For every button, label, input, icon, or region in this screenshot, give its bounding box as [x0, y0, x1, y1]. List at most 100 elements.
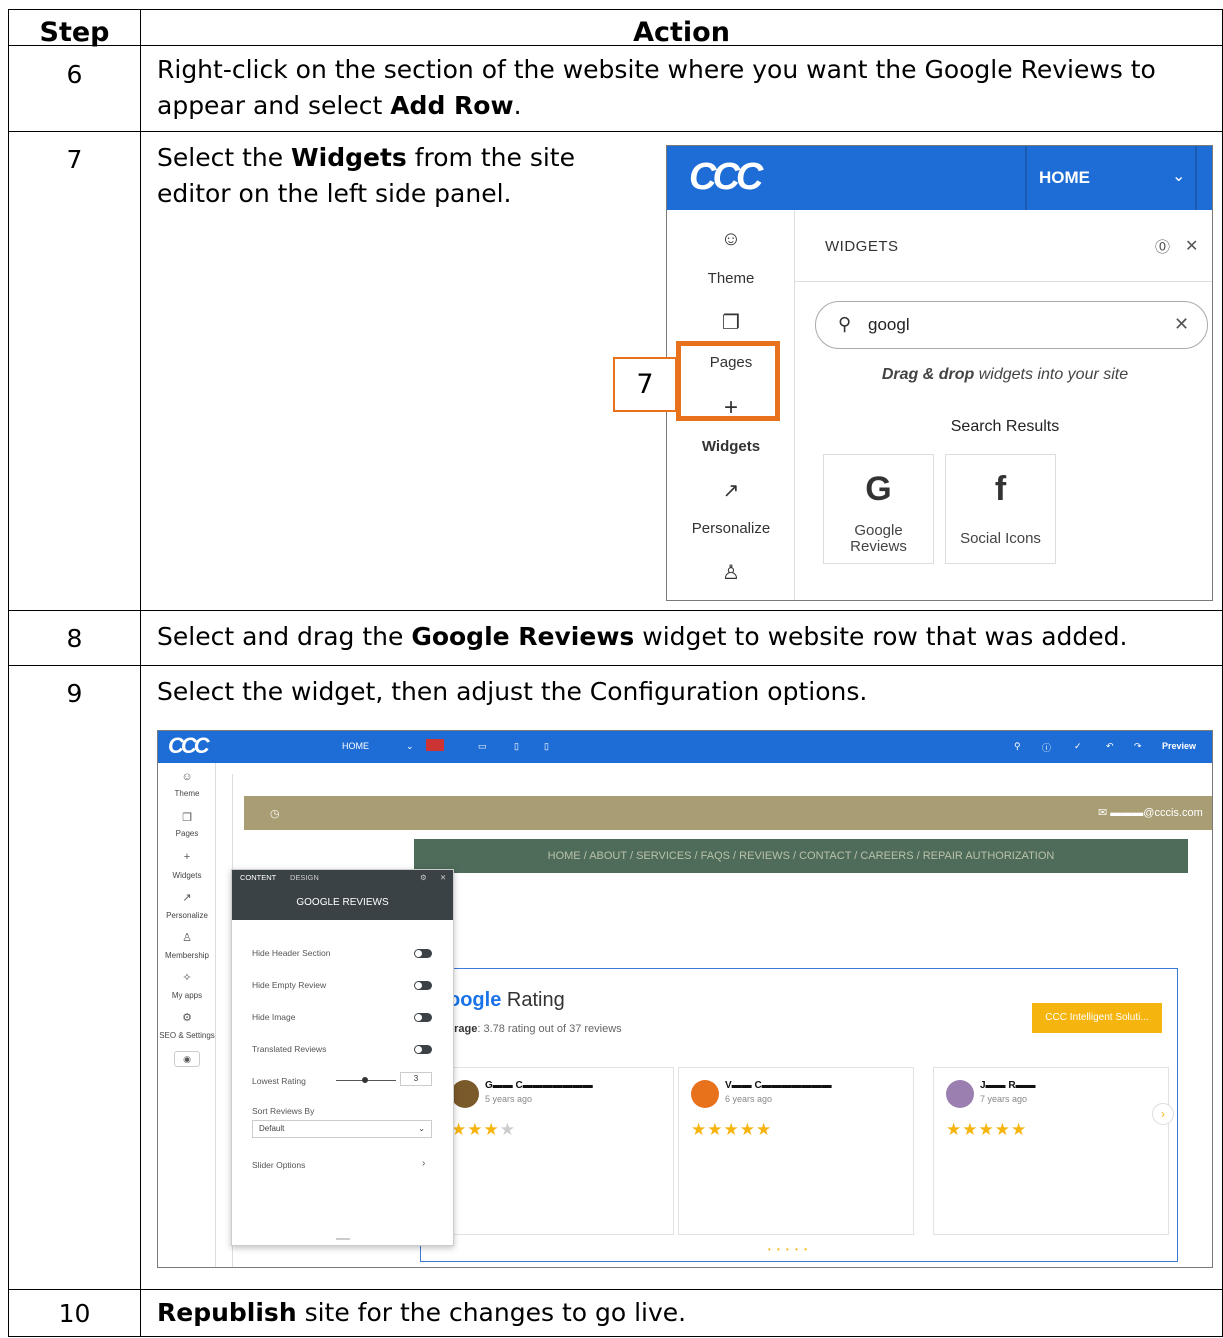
- eye-icon[interactable]: ◉: [174, 1051, 200, 1067]
- editor-top-bar: CCC HOME ⌄: [667, 146, 1212, 210]
- search-icon[interactable]: ⚲: [1014, 741, 1021, 752]
- card-label: Google Reviews: [850, 522, 907, 555]
- ccc-logo: CCC: [168, 733, 210, 758]
- site-nav[interactable]: HOME / ABOUT / SERVICES / FAQS / REVIEWS…: [414, 839, 1188, 873]
- reviewer-name: G▬▬ C▬▬▬▬▬▬▬: [485, 1080, 593, 1091]
- panel-title: GOOGLE REVIEWS: [232, 886, 453, 920]
- callout-number: 7: [613, 357, 677, 412]
- header-action: Action: [140, 9, 1223, 48]
- panel-divider: [795, 281, 1212, 282]
- sidebar-item-membership[interactable]: Membership: [158, 951, 216, 960]
- search-results-heading: Search Results: [950, 418, 1060, 435]
- undo-icon[interactable]: ↶: [1106, 741, 1114, 752]
- hide-header-toggle[interactable]: [414, 949, 432, 958]
- step-10-action: Republish site for the changes to go liv…: [140, 1289, 1223, 1337]
- close-icon[interactable]: ✕: [440, 873, 446, 882]
- pages-icon: ❐: [722, 312, 740, 334]
- clear-search-icon[interactable]: ✕: [1174, 314, 1189, 335]
- redo-icon[interactable]: ↷: [1134, 741, 1142, 752]
- step-8-action: Select and drag the Google Reviews widge…: [140, 610, 1223, 666]
- check-icon[interactable]: ✓: [1074, 741, 1082, 752]
- google-reviews-icon: G: [865, 470, 892, 508]
- next-arrow-icon[interactable]: ›: [1152, 1103, 1174, 1125]
- editor-top-bar: CCC HOME ⌄ ▭ ▯ ▯ ⚲ ⓘ ✓ ↶ ↷ Preview: [158, 731, 1212, 763]
- gear-icon[interactable]: ⚙: [420, 873, 427, 882]
- tab-design[interactable]: DESIGN: [290, 873, 319, 882]
- preview-button[interactable]: Preview: [1162, 741, 1196, 751]
- page-select[interactable]: HOME: [1039, 168, 1090, 188]
- close-icon[interactable]: ✕: [1185, 236, 1198, 256]
- search-value: googl: [868, 315, 910, 334]
- desktop-icon[interactable]: ▭: [478, 741, 487, 752]
- resize-handle[interactable]: [336, 1238, 350, 1240]
- review-time: 7 years ago: [980, 1094, 1028, 1104]
- reviewer-name: J▬▬ R▬▬: [980, 1080, 1036, 1091]
- mobile-icon[interactable]: ▯: [544, 741, 549, 752]
- tab-content[interactable]: CONTENT: [240, 873, 276, 882]
- chevron-down-icon[interactable]: ⌄: [406, 741, 414, 752]
- review-time: 5 years ago: [485, 1094, 533, 1104]
- review-stars: ★★★★: [451, 1120, 516, 1139]
- step-6-number: 6: [8, 45, 141, 132]
- review-stars: ★★★★★: [946, 1120, 1028, 1139]
- user-icon[interactable]: ♙: [667, 560, 795, 585]
- option-label: Translated Reviews: [252, 1044, 327, 1054]
- widget-search-input[interactable]: ⚲ googl ✕: [815, 301, 1208, 349]
- google-reviews-widget-card[interactable]: G Google Reviews: [823, 454, 934, 564]
- search-icon: ⚲: [838, 314, 852, 334]
- avatar: [451, 1080, 479, 1108]
- personalize-icon: ↗: [182, 892, 192, 904]
- translated-reviews-toggle[interactable]: [414, 1045, 432, 1054]
- drag-hint: Drag & drop widgets into your site: [881, 366, 1129, 383]
- step-8-number: 8: [8, 610, 141, 666]
- page-select[interactable]: HOME: [342, 741, 369, 751]
- sidebar-item-seo-settings[interactable]: SEO & Settings: [158, 1031, 216, 1040]
- slider-options-row[interactable]: Slider Options: [252, 1160, 305, 1170]
- callout-highlight: [676, 341, 780, 421]
- review-stars: ★★★★★: [691, 1120, 773, 1139]
- widgets-panel-title: WIDGETS: [825, 238, 899, 255]
- social-icons-widget-card[interactable]: f Social Icons: [945, 454, 1056, 564]
- hide-empty-review-toggle[interactable]: [414, 981, 432, 990]
- info-icon[interactable]: ⓘ: [1042, 741, 1051, 754]
- step-7-text: Select the Widgets from the site editor …: [157, 143, 575, 208]
- gear-icon: ⚙: [182, 1012, 192, 1024]
- option-label: Lowest Rating: [252, 1076, 306, 1086]
- avatar: [946, 1080, 974, 1108]
- avatar: [691, 1080, 719, 1108]
- rating-value-input[interactable]: 3: [400, 1072, 432, 1086]
- editor-screenshot: CCC HOME ⌄ ▭ ▯ ▯ ⚲ ⓘ ✓ ↶ ↷ Preview ☺ The…: [157, 730, 1213, 1268]
- sidebar-item-widgets[interactable]: Widgets: [667, 438, 795, 455]
- chevron-down-icon: ⌄: [418, 1124, 425, 1133]
- palette-icon: ☺: [181, 771, 193, 783]
- help-icon[interactable]: ⓪: [1155, 236, 1170, 257]
- sidebar-item-theme[interactable]: Theme: [667, 270, 795, 287]
- sidebar-item-personalize[interactable]: Personalize: [158, 911, 216, 920]
- hide-image-toggle[interactable]: [414, 1013, 432, 1022]
- chevron-down-icon[interactable]: ⌄: [1172, 166, 1185, 186]
- rating-title: oogle Rating: [448, 989, 565, 1011]
- sidebar-item-widgets[interactable]: Widgets: [158, 871, 216, 880]
- rating-average: erage: 3.78 rating out of 37 reviews: [448, 1023, 622, 1035]
- cta-button[interactable]: CCC Intelligent Soluti...: [1032, 1003, 1162, 1033]
- review-card: J▬▬ R▬▬ 7 years ago ★★★★★: [933, 1067, 1169, 1235]
- step-10-number: 10: [8, 1289, 141, 1337]
- sidebar-item-pages[interactable]: Pages: [158, 829, 216, 838]
- sidebar-item-personalize[interactable]: Personalize: [667, 520, 795, 537]
- chevron-right-icon[interactable]: ›: [422, 1158, 425, 1169]
- personalize-icon: ↗: [722, 480, 740, 502]
- flag-icon[interactable]: [426, 739, 444, 751]
- tablet-icon[interactable]: ▯: [514, 741, 519, 752]
- plus-icon: +: [183, 851, 191, 863]
- site-email: ✉ ▬▬▬@cccis.com: [1098, 807, 1203, 819]
- slider-dots[interactable]: • • • • •: [768, 1245, 809, 1254]
- panel-tabs: CONTENT DESIGN ⚙ ✕: [232, 870, 453, 886]
- google-reviews-config-panel: CONTENT DESIGN ⚙ ✕ GOOGLE REVIEWS Hide H…: [231, 869, 454, 1246]
- sidebar-item-my-apps[interactable]: My apps: [158, 991, 216, 1000]
- rating-slider-handle[interactable]: [362, 1077, 368, 1083]
- option-label: Sort Reviews By: [252, 1106, 315, 1116]
- sort-select[interactable]: Default ⌄: [252, 1120, 432, 1138]
- option-label: Hide Header Section: [252, 948, 331, 958]
- reviewer-name: V▬▬ C▬▬▬▬▬▬▬: [725, 1080, 832, 1091]
- sidebar-item-theme[interactable]: Theme: [158, 789, 216, 798]
